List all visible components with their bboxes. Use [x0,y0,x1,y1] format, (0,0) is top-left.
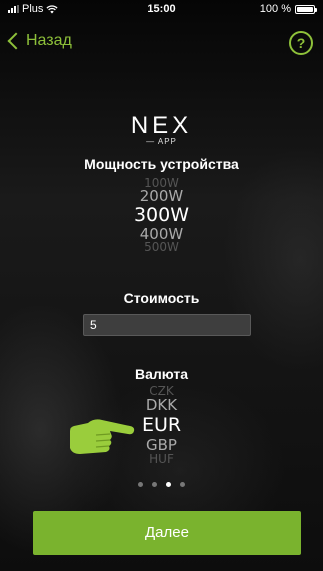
power-option[interactable]: 500W [0,242,323,252]
currency-picker[interactable]: CZK DKK EUR GBP HUF [0,386,323,464]
currency-option[interactable]: DKK [0,396,323,414]
power-option[interactable]: 400W [0,226,323,242]
back-button[interactable]: Назад [6,32,72,50]
cost-heading: Стоимость [123,290,200,306]
logo-sub: — APP [146,137,177,146]
cost-input[interactable]: 5 [83,314,251,336]
chevron-left-icon [7,32,25,50]
page-dot [180,482,185,487]
page-dot-active [166,482,171,487]
next-button[interactable]: Далее [33,511,301,555]
status-right: 100 % [259,3,317,15]
currency-option-selected[interactable]: EUR [0,414,323,436]
page-indicator [0,482,323,487]
currency-option[interactable]: GBP [0,436,323,454]
navigation-bar: Назад ? [0,26,323,62]
page-dot [138,482,143,487]
currency-option[interactable]: CZK [0,386,323,396]
currency-option[interactable]: HUF [0,454,323,464]
battery-icon [295,4,317,14]
pointing-hand-icon [70,419,135,454]
battery-percent: 100 % [259,3,291,15]
back-label: Назад [26,32,72,49]
power-option-selected[interactable]: 300W [0,204,323,226]
help-button[interactable]: ? [289,31,313,55]
logo-brand: NEX [130,112,193,139]
screen: Plus 15:00 100 % Назад ? NEX — APP Мощно… [0,0,323,571]
page-dot [152,482,157,487]
currency-heading: Валюта [134,366,189,382]
power-heading: Мощность устройства [84,156,239,172]
power-picker[interactable]: 100W 200W 300W 400W 500W [0,178,323,252]
status-bar: Plus 15:00 100 % [0,0,323,18]
power-option[interactable]: 200W [0,188,323,204]
nex-app-logo: NEX — APP [0,112,323,146]
